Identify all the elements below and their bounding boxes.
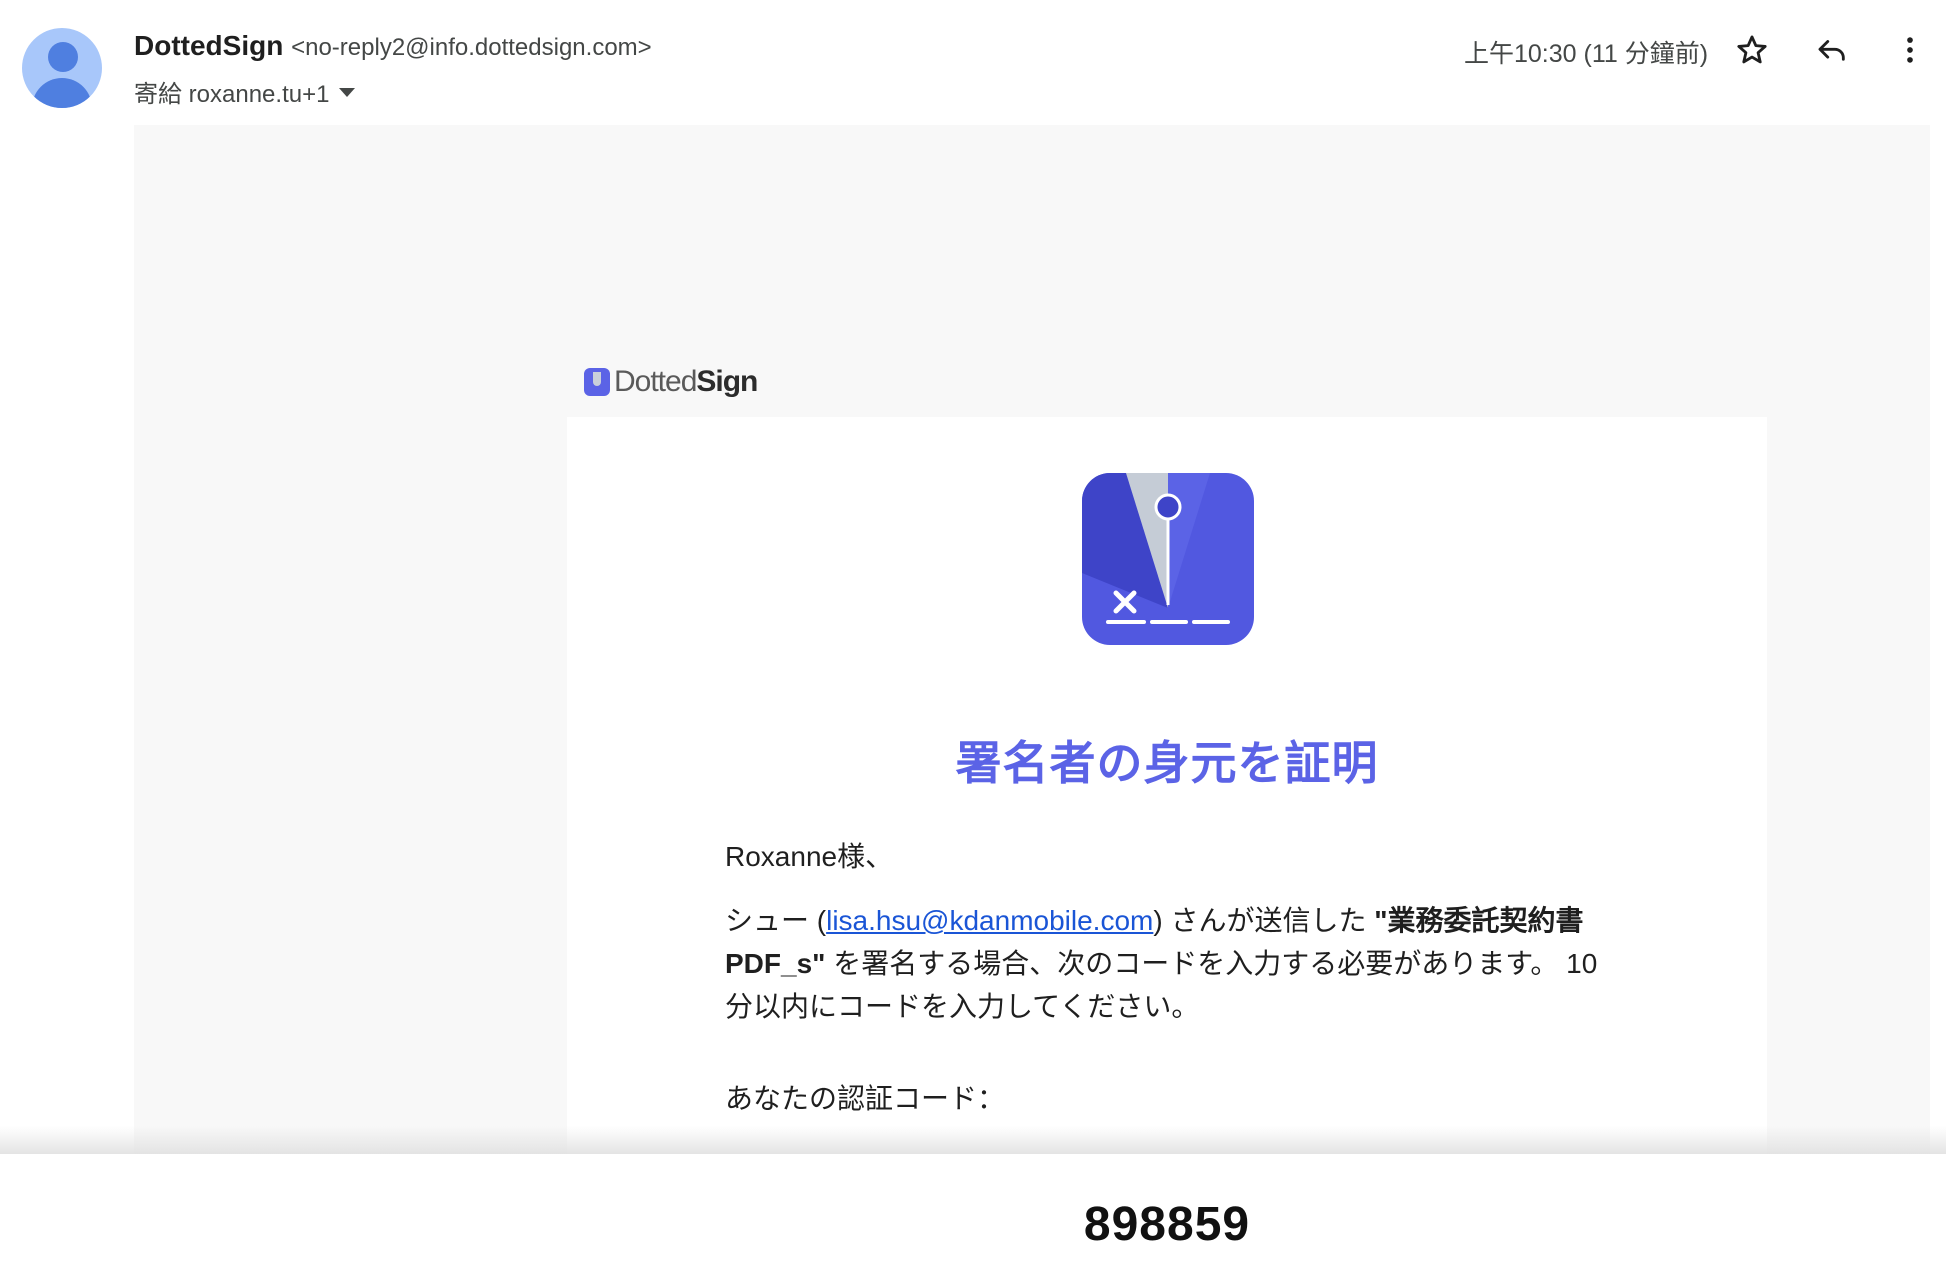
recipients-text: 寄給 roxanne.tu+1 [134, 81, 330, 108]
person-avatar-body [32, 78, 92, 108]
brand-logo: DottedSign [584, 365, 758, 399]
sender-name[interactable]: DottedSign [134, 30, 283, 61]
dottedsign-app-icon [1082, 473, 1254, 645]
bottom-scroll-fade [0, 1126, 1946, 1154]
email-body: DottedSign 署名者の身元を証明 Roxanne様、 シュー (lisa… [134, 125, 1930, 1279]
sender-email-link[interactable]: lisa.hsu@kdanmobile.com [826, 905, 1153, 936]
message-time: 上午10:30 (11 分鐘前) [1464, 40, 1709, 68]
message-paragraph: シュー (lisa.hsu@kdanmobile.com) さんが送信した "業… [725, 905, 1598, 1022]
recipients-line[interactable]: 寄給 roxanne.tu+1 [134, 74, 356, 109]
code-label: あなたの認証コード： [725, 1083, 1006, 1114]
reply-button[interactable] [1812, 30, 1852, 70]
more-vert-icon [1907, 37, 1913, 63]
star-button[interactable] [1732, 30, 1772, 70]
brand-wordmark: DottedSign [614, 365, 758, 398]
chevron-down-icon[interactable] [339, 88, 356, 97]
dottedsign-logo-icon [584, 368, 610, 396]
sender-avatar[interactable] [22, 28, 102, 108]
greeting: Roxanne様、 [725, 841, 894, 872]
reply-icon [1818, 40, 1845, 61]
person-avatar-icon [48, 42, 78, 72]
more-options-button[interactable] [1890, 30, 1930, 70]
star-icon [1737, 35, 1767, 64]
verification-code: 898859 [1083, 1198, 1251, 1251]
sender-email: <no-reply2@info.dottedsign.com> [291, 34, 652, 61]
email-title: 署名者の身元を証明 [955, 737, 1379, 789]
sender-line: DottedSign <no-reply2@info.dottedsign.co… [134, 30, 652, 62]
